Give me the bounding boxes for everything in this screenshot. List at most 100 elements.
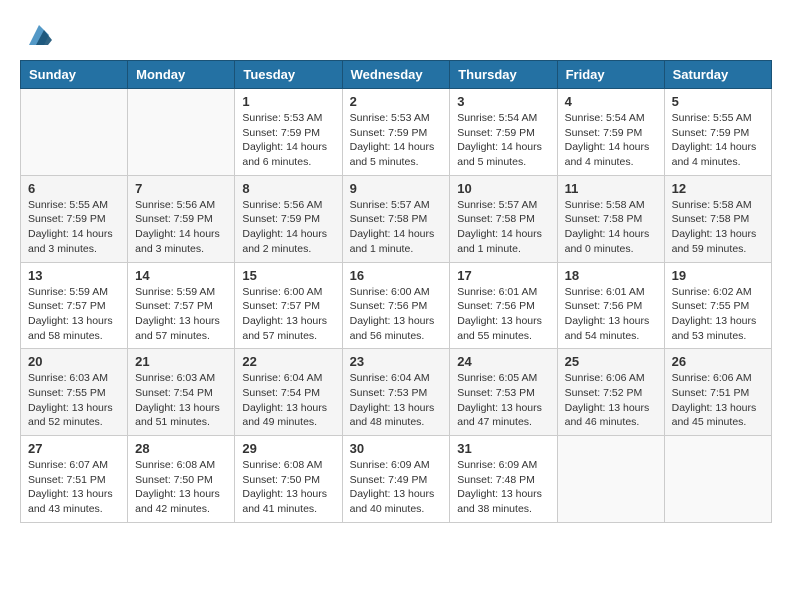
calendar-day-cell: 30 Sunrise: 6:09 AM Sunset: 7:49 PM Dayli… (342, 436, 450, 523)
day-of-week-header: Wednesday (342, 61, 450, 89)
calendar-day-cell: 4 Sunrise: 5:54 AM Sunset: 7:59 PM Daylig… (557, 89, 664, 176)
day-number: 3 (457, 94, 549, 109)
day-detail: Sunrise: 6:05 AM Sunset: 7:53 PM Dayligh… (457, 371, 549, 430)
day-number: 28 (135, 441, 227, 456)
calendar-week-row: 6 Sunrise: 5:55 AM Sunset: 7:59 PM Daylig… (21, 175, 772, 262)
day-number: 5 (672, 94, 764, 109)
day-detail: Sunrise: 5:55 AM Sunset: 7:59 PM Dayligh… (672, 111, 764, 170)
calendar-day-cell (557, 436, 664, 523)
day-number: 10 (457, 181, 549, 196)
day-number: 15 (242, 268, 334, 283)
day-number: 25 (565, 354, 657, 369)
day-detail: Sunrise: 6:00 AM Sunset: 7:57 PM Dayligh… (242, 285, 334, 344)
day-number: 4 (565, 94, 657, 109)
calendar-week-row: 13 Sunrise: 5:59 AM Sunset: 7:57 PM Dayli… (21, 262, 772, 349)
calendar-day-cell: 18Sunrise: 6:01 AM Sunset: 7:56 PM Dayli… (557, 262, 664, 349)
page-header (20, 20, 772, 50)
calendar-week-row: 1 Sunrise: 5:53 AM Sunset: 7:59 PM Daylig… (21, 89, 772, 176)
calendar-day-cell: 26 Sunrise: 6:06 AM Sunset: 7:51 PM Dayli… (664, 349, 771, 436)
day-number: 12 (672, 181, 764, 196)
calendar-day-cell: 12 Sunrise: 5:58 AM Sunset: 7:58 PM Dayli… (664, 175, 771, 262)
day-number: 17 (457, 268, 549, 283)
calendar-day-cell: 23Sunrise: 6:04 AM Sunset: 7:53 PM Dayli… (342, 349, 450, 436)
day-number: 7 (135, 181, 227, 196)
day-of-week-header: Friday (557, 61, 664, 89)
day-number: 27 (28, 441, 120, 456)
calendar-day-cell: 19 Sunrise: 6:02 AM Sunset: 7:55 PM Dayli… (664, 262, 771, 349)
day-detail: Sunrise: 5:53 AM Sunset: 7:59 PM Dayligh… (242, 111, 334, 170)
day-of-week-header: Saturday (664, 61, 771, 89)
day-detail: Sunrise: 5:53 AM Sunset: 7:59 PM Dayligh… (350, 111, 443, 170)
calendar-day-cell (664, 436, 771, 523)
calendar-day-cell (21, 89, 128, 176)
day-number: 9 (350, 181, 443, 196)
day-number: 2 (350, 94, 443, 109)
day-detail: Sunrise: 5:57 AM Sunset: 7:58 PM Dayligh… (350, 198, 443, 257)
day-of-week-header: Thursday (450, 61, 557, 89)
day-detail: Sunrise: 6:08 AM Sunset: 7:50 PM Dayligh… (135, 458, 227, 517)
day-detail: Sunrise: 5:56 AM Sunset: 7:59 PM Dayligh… (242, 198, 334, 257)
day-detail: Sunrise: 5:59 AM Sunset: 7:57 PM Dayligh… (28, 285, 120, 344)
calendar-day-cell: 20 Sunrise: 6:03 AM Sunset: 7:55 PM Dayli… (21, 349, 128, 436)
calendar-day-cell: 15 Sunrise: 6:00 AM Sunset: 7:57 PM Dayli… (235, 262, 342, 349)
logo-icon (24, 20, 54, 50)
calendar-day-cell: 1 Sunrise: 5:53 AM Sunset: 7:59 PM Daylig… (235, 89, 342, 176)
calendar-day-cell: 27 Sunrise: 6:07 AM Sunset: 7:51 PM Dayli… (21, 436, 128, 523)
calendar-day-cell: 2 Sunrise: 5:53 AM Sunset: 7:59 PM Daylig… (342, 89, 450, 176)
day-detail: Sunrise: 6:01 AM Sunset: 7:56 PM Dayligh… (565, 285, 657, 344)
day-detail: Sunrise: 6:06 AM Sunset: 7:52 PM Dayligh… (565, 371, 657, 430)
day-detail: Sunrise: 5:54 AM Sunset: 7:59 PM Dayligh… (565, 111, 657, 170)
day-detail: Sunrise: 5:58 AM Sunset: 7:58 PM Dayligh… (565, 198, 657, 257)
calendar-day-cell: 6 Sunrise: 5:55 AM Sunset: 7:59 PM Daylig… (21, 175, 128, 262)
calendar-day-cell: 16 Sunrise: 6:00 AM Sunset: 7:56 PM Dayli… (342, 262, 450, 349)
day-detail: Sunrise: 6:03 AM Sunset: 7:55 PM Dayligh… (28, 371, 120, 430)
calendar-day-cell: 9 Sunrise: 5:57 AM Sunset: 7:58 PM Daylig… (342, 175, 450, 262)
calendar-table: SundayMondayTuesdayWednesdayThursdayFrid… (20, 60, 772, 523)
calendar-day-cell: 10 Sunrise: 5:57 AM Sunset: 7:58 PM Dayli… (450, 175, 557, 262)
day-number: 29 (242, 441, 334, 456)
calendar-day-cell: 28 Sunrise: 6:08 AM Sunset: 7:50 PM Dayli… (128, 436, 235, 523)
calendar-day-cell: 7 Sunrise: 5:56 AM Sunset: 7:59 PM Daylig… (128, 175, 235, 262)
day-number: 13 (28, 268, 120, 283)
calendar-day-cell: 21 Sunrise: 6:03 AM Sunset: 7:54 PM Dayli… (128, 349, 235, 436)
day-number: 24 (457, 354, 549, 369)
day-of-week-header: Sunday (21, 61, 128, 89)
day-detail: Sunrise: 6:00 AM Sunset: 7:56 PM Dayligh… (350, 285, 443, 344)
day-detail: Sunrise: 6:02 AM Sunset: 7:55 PM Dayligh… (672, 285, 764, 344)
day-detail: Sunrise: 6:06 AM Sunset: 7:51 PM Dayligh… (672, 371, 764, 430)
logo (20, 20, 54, 50)
day-number: 8 (242, 181, 334, 196)
day-number: 23 (350, 354, 443, 369)
calendar-week-row: 20 Sunrise: 6:03 AM Sunset: 7:55 PM Dayli… (21, 349, 772, 436)
day-detail: Sunrise: 6:01 AM Sunset: 7:56 PM Dayligh… (457, 285, 549, 344)
day-number: 21 (135, 354, 227, 369)
day-detail: Sunrise: 5:56 AM Sunset: 7:59 PM Dayligh… (135, 198, 227, 257)
day-detail: Sunrise: 6:07 AM Sunset: 7:51 PM Dayligh… (28, 458, 120, 517)
day-detail: Sunrise: 6:09 AM Sunset: 7:48 PM Dayligh… (457, 458, 549, 517)
day-number: 20 (28, 354, 120, 369)
day-number: 19 (672, 268, 764, 283)
day-number: 11 (565, 181, 657, 196)
day-number: 16 (350, 268, 443, 283)
calendar-day-cell: 5 Sunrise: 5:55 AM Sunset: 7:59 PM Daylig… (664, 89, 771, 176)
day-number: 26 (672, 354, 764, 369)
calendar-day-cell: 29Sunrise: 6:08 AM Sunset: 7:50 PM Dayli… (235, 436, 342, 523)
day-detail: Sunrise: 5:57 AM Sunset: 7:58 PM Dayligh… (457, 198, 549, 257)
day-number: 6 (28, 181, 120, 196)
day-detail: Sunrise: 5:58 AM Sunset: 7:58 PM Dayligh… (672, 198, 764, 257)
calendar-header-row: SundayMondayTuesdayWednesdayThursdayFrid… (21, 61, 772, 89)
calendar-day-cell: 8 Sunrise: 5:56 AM Sunset: 7:59 PM Daylig… (235, 175, 342, 262)
day-number: 1 (242, 94, 334, 109)
calendar-day-cell: 17 Sunrise: 6:01 AM Sunset: 7:56 PM Dayli… (450, 262, 557, 349)
calendar-day-cell: 31 Sunrise: 6:09 AM Sunset: 7:48 PM Dayli… (450, 436, 557, 523)
calendar-day-cell: 3Sunrise: 5:54 AM Sunset: 7:59 PM Daylig… (450, 89, 557, 176)
day-number: 30 (350, 441, 443, 456)
day-detail: Sunrise: 5:55 AM Sunset: 7:59 PM Dayligh… (28, 198, 120, 257)
day-detail: Sunrise: 6:09 AM Sunset: 7:49 PM Dayligh… (350, 458, 443, 517)
calendar-day-cell: 24 Sunrise: 6:05 AM Sunset: 7:53 PM Dayli… (450, 349, 557, 436)
calendar-week-row: 27 Sunrise: 6:07 AM Sunset: 7:51 PM Dayli… (21, 436, 772, 523)
day-detail: Sunrise: 6:03 AM Sunset: 7:54 PM Dayligh… (135, 371, 227, 430)
day-of-week-header: Monday (128, 61, 235, 89)
calendar-day-cell: 25 Sunrise: 6:06 AM Sunset: 7:52 PM Dayli… (557, 349, 664, 436)
day-number: 31 (457, 441, 549, 456)
